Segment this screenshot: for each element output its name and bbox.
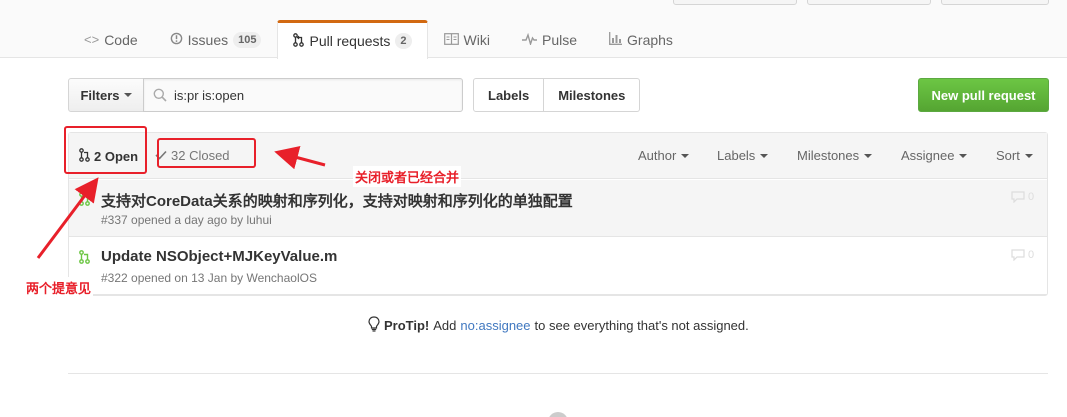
annotation-arrow (274, 146, 326, 170)
annotation-note-closed: 关闭或者已经合并 (353, 166, 462, 187)
annotation-arrows (36, 146, 326, 259)
annotation-note-open: 两个提意见 (24, 277, 94, 298)
annotation-arrow (36, 177, 99, 259)
